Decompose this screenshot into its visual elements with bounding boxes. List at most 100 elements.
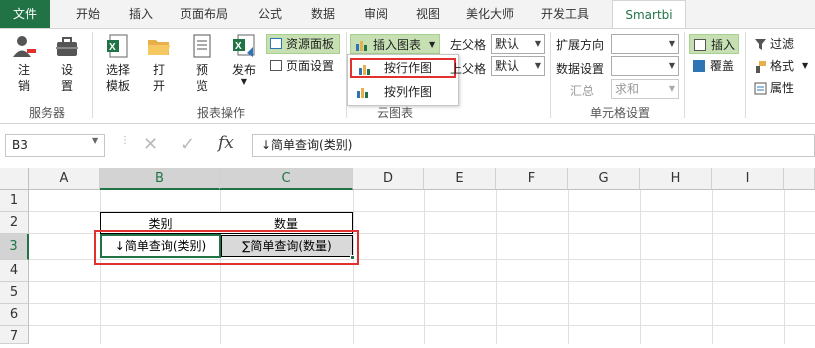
insert-icon (694, 39, 706, 51)
logout-button[interactable]: 注 销 (8, 33, 40, 94)
enter-check-icon[interactable]: ✓ (180, 134, 195, 155)
resource-panel-button[interactable]: 资源面板 (266, 34, 340, 54)
settings-button[interactable]: 设 置 (50, 33, 84, 94)
row-header[interactable]: 6 (0, 304, 29, 326)
format-button[interactable]: 格式 ▼ (752, 56, 810, 76)
insert-label: 插入 (711, 38, 736, 52)
summary-label: 汇总 (570, 84, 595, 98)
insert-mode-button[interactable]: 插入 (689, 34, 739, 54)
tab-smartbi[interactable]: Smartbi (612, 0, 686, 28)
expand-direction-select[interactable]: ▼ (611, 34, 679, 54)
choose-template-label: 选择 模板 (105, 63, 130, 93)
choose-template-button[interactable]: X 选择 模板 (100, 33, 136, 94)
column-header[interactable]: B (100, 168, 220, 190)
tab-formulas[interactable]: 公式 (247, 0, 293, 28)
tab-data[interactable]: 数据 (300, 0, 346, 28)
group-divider (550, 32, 551, 118)
dropdown-caret-icon: ▼ (240, 77, 248, 86)
group-label-cloud-chart: 云图表 (376, 106, 413, 120)
grid-line (568, 190, 569, 344)
column-header[interactable]: F (496, 168, 568, 190)
drag-handle-icon[interactable]: ⋮ (120, 136, 130, 154)
column-header[interactable]: D (353, 168, 424, 190)
menu-item-by-row[interactable]: 按行作图 (350, 58, 456, 78)
column-header[interactable]: E (424, 168, 496, 190)
formula-input[interactable]: ↓简单查询(类别) (252, 134, 815, 157)
highlight-box (94, 230, 359, 265)
menu-item-by-column[interactable]: 按列作图 (350, 82, 456, 102)
row-header[interactable]: 2 (0, 212, 29, 234)
tab-file[interactable]: 文件 (0, 0, 50, 28)
dropdown-caret-icon: ▼ (534, 61, 541, 70)
bar-chart-icon (356, 41, 367, 51)
tab-view[interactable]: 视图 (405, 0, 451, 28)
user-logout-icon (11, 33, 37, 59)
panel-icon (270, 38, 282, 49)
column-header[interactable]: H (640, 168, 712, 190)
open-button[interactable]: 打 开 (143, 33, 175, 94)
excel-template-icon: X (105, 33, 131, 59)
dropdown-caret-icon: ▼ (668, 84, 675, 93)
summary-select[interactable]: 求和 ▼ (611, 79, 679, 99)
insert-function-icon[interactable]: fx (218, 133, 234, 153)
overwrite-mode-button[interactable]: 覆盖 (689, 56, 739, 76)
tab-beautify[interactable]: 美化大师 (458, 0, 522, 28)
preview-button[interactable]: 预 览 (186, 33, 218, 94)
top-parent-label: 上父格 (450, 62, 487, 76)
bar-chart-icon (357, 88, 368, 98)
tab-review[interactable]: 审阅 (353, 0, 399, 28)
row-header[interactable]: 3 (0, 234, 29, 260)
grid-line (712, 190, 713, 344)
toolbox-icon (54, 33, 80, 59)
top-parent-select[interactable]: 默认 ▼ (491, 56, 545, 76)
preview-label: 预 览 (195, 63, 208, 93)
grid-line (29, 303, 815, 304)
data-setting-select[interactable]: ▼ (611, 56, 679, 76)
folder-icon (146, 33, 172, 59)
dropdown-caret-icon: ▼ (429, 40, 436, 49)
grid-line (424, 190, 425, 344)
page-setup-label: 页面设置 (286, 59, 335, 73)
column-header[interactable]: G (568, 168, 640, 190)
cancel-icon[interactable]: ✕ (143, 134, 158, 155)
grid-line (640, 190, 641, 344)
overwrite-icon (693, 60, 705, 72)
row-header[interactable]: 5 (0, 282, 29, 304)
attribute-button[interactable]: 属性 (752, 78, 810, 98)
grid-line (29, 281, 815, 282)
group-divider (745, 32, 746, 118)
name-box[interactable]: B3 (5, 134, 105, 157)
left-parent-label: 左父格 (450, 38, 487, 52)
svg-text:X: X (109, 42, 116, 53)
settings-label: 设 置 (60, 63, 73, 93)
column-header[interactable]: I (712, 168, 784, 190)
bar-chart-icon (359, 65, 370, 75)
row-header[interactable]: 1 (0, 190, 29, 212)
grid-line (784, 190, 785, 344)
tab-home[interactable]: 开始 (62, 0, 114, 28)
row-header[interactable]: 7 (0, 326, 29, 344)
page-setup-button[interactable]: 页面设置 (266, 56, 340, 76)
by-column-label: 按列作图 (384, 85, 433, 99)
tab-page-layout[interactable]: 页面布局 (168, 0, 240, 28)
insert-chart-button[interactable]: 插入图表 ▼ (350, 34, 440, 54)
column-header[interactable] (784, 168, 815, 190)
filter-button[interactable]: 过滤 (752, 34, 810, 54)
column-header[interactable]: A (29, 168, 100, 190)
row-header[interactable]: 4 (0, 260, 29, 282)
data-setting-label: 数据设置 (556, 62, 605, 76)
select-all-corner[interactable] (0, 168, 29, 190)
grid-line (496, 190, 497, 344)
tab-insert[interactable]: 插入 (118, 0, 164, 28)
tab-developer[interactable]: 开发工具 (530, 0, 600, 28)
page-setup-icon (270, 60, 282, 71)
namebox-dropdown-icon[interactable]: ▼ (92, 136, 98, 145)
left-parent-select[interactable]: 默认 ▼ (491, 34, 545, 54)
attribute-label: 属性 (770, 81, 795, 95)
svg-text:X: X (235, 41, 242, 52)
filter-icon (755, 39, 766, 50)
group-label-cell-settings: 单元格设置 (589, 106, 650, 120)
filter-label: 过滤 (770, 37, 795, 51)
column-header[interactable]: C (220, 168, 353, 190)
publish-button[interactable]: X 发布 ▼ (227, 33, 261, 86)
